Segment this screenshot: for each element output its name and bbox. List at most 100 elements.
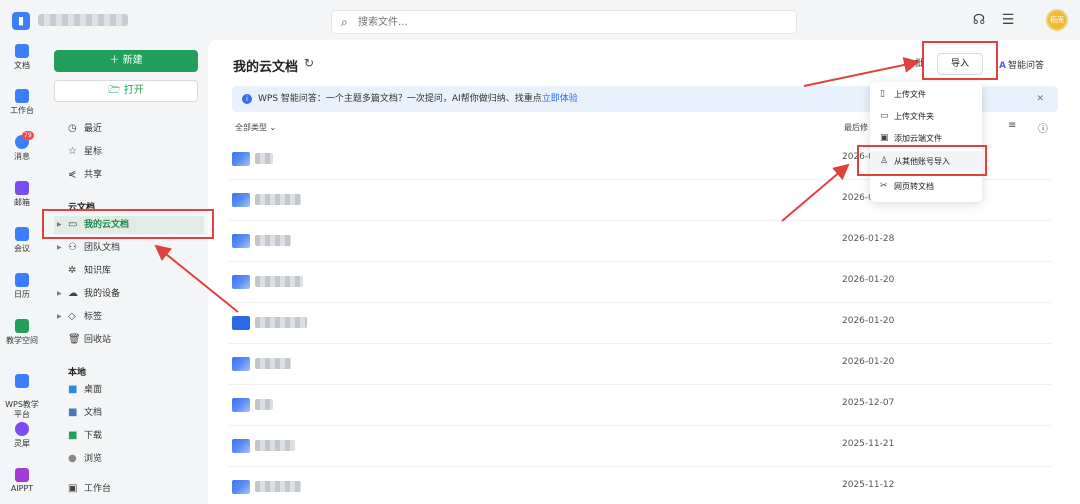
expand-arrow-icon[interactable]: ▶	[57, 308, 62, 326]
nav-documents[interactable]: ■ 文档	[54, 404, 204, 422]
new-button[interactable]: ＋ 新建	[54, 50, 198, 72]
nav-desktop[interactable]: ■ 桌面	[54, 381, 204, 399]
file-icon	[232, 234, 250, 248]
nav-label: 浏览	[84, 454, 103, 464]
rail-item-aippt[interactable]: AIPPT	[0, 468, 44, 493]
file-date: 2025-12-07	[842, 398, 895, 408]
settings-sliders-icon[interactable]: ☰	[999, 12, 1017, 28]
banner-text: WPS 智能问答：一个主题多篇文档？一次提问，AI帮你做归纳、找重点	[258, 94, 542, 104]
menu-item-upload-file[interactable]: ▯ 上传文件	[870, 84, 982, 105]
nav-label: 文档	[84, 408, 103, 418]
cloud-device-icon: ☁	[68, 288, 78, 299]
rail-item-mail[interactable]: 邮箱	[0, 181, 44, 208]
nav-team-docs[interactable]: ▶ ⚇ 团队文档	[54, 239, 204, 257]
folder-row[interactable]: 2026-01-20	[228, 303, 1052, 344]
rail-item-teaching-space[interactable]: 教学空间	[0, 319, 44, 346]
rail-item-docs[interactable]: 文档	[0, 44, 44, 71]
file-row[interactable]: 2025-11-12	[228, 467, 1052, 504]
upload-folder-icon: ▭	[880, 111, 889, 121]
rail-item-workbench[interactable]: 工作台	[0, 89, 44, 116]
file-date: 2026-01-20	[842, 275, 895, 285]
close-icon[interactable]: ✕	[1036, 86, 1044, 112]
rail-item-lingxi[interactable]: 灵犀	[0, 422, 44, 449]
search-box[interactable]: ⌕	[331, 10, 797, 34]
side-panel: ＋ 新建 🗁 打开 ◷ 最近 ☆ 星标 ⋞ 共享 云文档 ▶ ▭ 我的云文档 ▶…	[44, 40, 208, 504]
menu-label: 上传文件	[894, 90, 926, 99]
file-name-blurred	[255, 317, 307, 328]
top-bar: ▮ ⌕ ☊ ☰ 稻壳	[0, 0, 1080, 40]
file-row[interactable]: 2026-01-28	[228, 221, 1052, 262]
nav-shared[interactable]: ⋞ 共享	[54, 166, 204, 184]
ai-qa-button[interactable]: A 智能问答	[999, 58, 1044, 71]
nav-workbench[interactable]: ▣ 工作台	[54, 480, 204, 498]
meeting-icon	[15, 227, 29, 241]
try-now-link[interactable]: 立即体验	[542, 94, 578, 104]
open-button[interactable]: 🗁 打开	[54, 80, 198, 102]
file-row[interactable]: 2025-11-21	[228, 426, 1052, 467]
avatar[interactable]: 稻壳	[1046, 9, 1068, 31]
rail-item-calendar[interactable]: 日历	[0, 273, 44, 300]
menu-label: 网页转文档	[894, 182, 934, 191]
file-name-blurred	[255, 399, 273, 410]
nav-downloads[interactable]: ■ 下载	[54, 427, 204, 445]
sort-icon[interactable]: ≡	[1008, 120, 1016, 131]
refresh-icon[interactable]: ↻	[304, 56, 314, 70]
search-input[interactable]	[358, 14, 778, 30]
info-circle-icon[interactable]: ⓘ	[1038, 120, 1048, 135]
type-filter-dropdown[interactable]: 全部类型 ⌄	[235, 122, 276, 133]
menu-label: 上传文件夹	[894, 112, 934, 121]
rail-label: 工作台	[10, 106, 34, 115]
rail-label: 日历	[14, 290, 30, 299]
share-icon: ⋞	[68, 169, 77, 180]
nav-label: 回收站	[84, 335, 112, 345]
rail-label: AIPPT	[10, 484, 34, 493]
rail-label: 教学空间	[6, 336, 38, 345]
nav-label: 团队文档	[84, 243, 121, 253]
expand-arrow-icon[interactable]: ▶	[57, 239, 62, 257]
desktop-icon: ■	[68, 384, 78, 395]
workbench-icon	[15, 89, 29, 103]
file-row[interactable]: 2026-01-20	[228, 344, 1052, 385]
rail-item-meeting[interactable]: 会议	[0, 227, 44, 254]
nav-tags[interactable]: ▶ ◇ 标签	[54, 308, 204, 326]
file-date: 2026-01-28	[842, 234, 895, 244]
batch-button[interactable]: 批	[888, 53, 924, 75]
expand-arrow-icon[interactable]: ▶	[57, 285, 62, 303]
app-logo-icon[interactable]: ▮	[12, 12, 30, 30]
search-icon: ⌕	[341, 15, 348, 29]
rail-label: 文档	[14, 61, 30, 70]
nav-my-devices[interactable]: ▶ ☁ 我的设备	[54, 285, 204, 303]
menu-item-upload-folder[interactable]: ▭ 上传文件夹	[870, 106, 982, 127]
browse-icon: ●	[68, 453, 77, 464]
teaching-space-icon	[15, 319, 29, 333]
file-date: 2025-11-21	[842, 439, 895, 449]
unread-badge: 79	[22, 131, 34, 140]
filter-label: 全部类型	[235, 123, 267, 132]
rail-label: 邮箱	[14, 198, 30, 207]
nav-label: 共享	[84, 170, 103, 180]
file-icon	[232, 275, 250, 289]
annotation-box-my-cloud	[42, 209, 214, 239]
file-date: 2026-01-20	[842, 316, 895, 326]
rail-label: WPS教学 平台	[5, 400, 39, 419]
menu-item-web-to-doc[interactable]: ✂ 网页转文档	[870, 176, 982, 197]
nav-browse[interactable]: ● 浏览	[54, 450, 204, 468]
file-icon	[232, 152, 250, 166]
page-title: 我的云文档	[233, 60, 299, 75]
file-icon	[232, 193, 250, 207]
nav-knowledge-base[interactable]: ✲ 知识库	[54, 262, 204, 280]
nav-recycle-bin[interactable]: 🗑 回收站	[54, 331, 204, 349]
column-header-modified[interactable]: 最后修	[844, 122, 868, 133]
annotation-box-import-other	[857, 145, 987, 176]
nav-starred[interactable]: ☆ 星标	[54, 143, 204, 161]
file-row[interactable]: 2025-12-07	[228, 385, 1052, 426]
info-icon: i	[242, 94, 252, 104]
file-row[interactable]: 2026-01-20	[228, 262, 1052, 303]
rail-item-wps-teaching[interactable]: WPS教学 平台	[0, 364, 44, 420]
mail-icon	[15, 181, 29, 195]
headset-icon[interactable]: ☊	[970, 12, 988, 28]
folder-icon	[232, 316, 250, 330]
rail-item-messages[interactable]: 79 消息	[0, 131, 44, 162]
nav-recent[interactable]: ◷ 最近	[54, 120, 204, 138]
file-date: 2026-01-20	[842, 357, 895, 367]
